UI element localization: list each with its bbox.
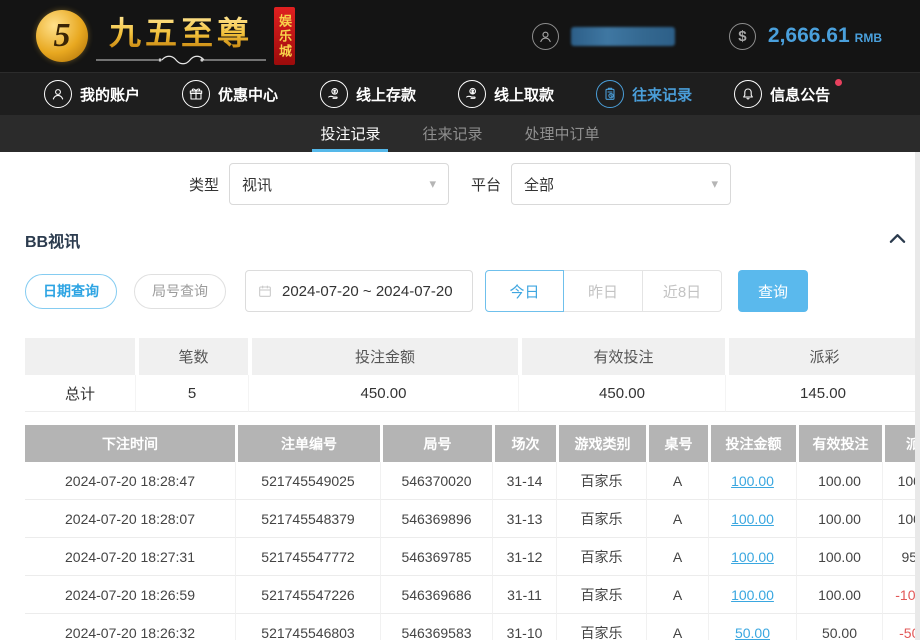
platform-select-value: 全部: [524, 174, 554, 195]
bet-amount-link[interactable]: 50.00: [708, 614, 796, 640]
nav-item-deposit[interactable]: 线上存款: [320, 80, 416, 108]
brand-badge: 娱乐城: [274, 7, 295, 65]
tab-active-underline: [312, 149, 388, 152]
caret-down-icon: ▾: [429, 176, 436, 192]
tab-transactions[interactable]: 往来记录: [418, 115, 486, 152]
nav-item-records[interactable]: 往来记录: [596, 80, 692, 108]
summary-total-label: 总计: [25, 375, 135, 412]
main-nav: 我的账户 优惠中心 线上存款 线上取款 往来记录: [0, 72, 920, 115]
wallet-balance[interactable]: 2,666.61 RMB: [768, 24, 882, 48]
table-row: 2024-07-20 18:26:32 521745546803 5463695…: [25, 614, 920, 640]
summary-header-count: 笔数: [135, 338, 248, 375]
table-row: 2024-07-20 18:26:59 521745547226 5463696…: [25, 576, 920, 614]
balance-currency: RMB: [855, 31, 882, 45]
date-range-input[interactable]: 2024-07-20 ~ 2024-07-20: [245, 270, 473, 312]
summary-header-payout: 派彩: [725, 338, 920, 375]
section-header: BB视讯: [25, 228, 906, 252]
platform-select[interactable]: 全部 ▾: [511, 163, 731, 205]
type-filter-label: 类型: [189, 174, 219, 195]
nav-item-my-account[interactable]: 我的账户: [44, 80, 140, 108]
withdraw-icon: [458, 80, 486, 108]
sub-tab-bar: 投注记录 往来记录 处理中订单: [0, 115, 920, 152]
nav-item-announcements[interactable]: 信息公告: [734, 80, 830, 108]
summary-header-empty: [25, 338, 135, 375]
quick-today-button[interactable]: 今日: [485, 270, 564, 312]
platform-filter-label: 平台: [471, 174, 501, 195]
col-table-no: 桌号: [646, 425, 708, 462]
table-row: 2024-07-20 18:28:07 521745548379 5463698…: [25, 500, 920, 538]
scrollbar-track[interactable]: [915, 152, 920, 640]
bell-icon: [734, 80, 762, 108]
nav-item-promotions[interactable]: 优惠中心: [182, 80, 278, 108]
page: 5 九五至尊 娱乐城 $ 2,666.61: [0, 0, 920, 640]
quick-8days-button[interactable]: 近8日: [643, 270, 722, 312]
bet-amount-link[interactable]: 100.00: [708, 500, 796, 538]
flourish-ornament-icon: [96, 55, 266, 65]
nav-label: 信息公告: [770, 84, 830, 105]
section-title: BB视讯: [25, 228, 80, 252]
dollar-icon: $: [729, 23, 756, 50]
summary-table: 笔数 投注金额 有效投注 派彩 总计 5 450.00 450.00 145.0…: [25, 338, 920, 412]
type-select[interactable]: 视讯 ▾: [229, 163, 449, 205]
bet-amount-link[interactable]: 100.00: [708, 462, 796, 500]
notification-dot: [835, 79, 842, 86]
tab-label: 往来记录: [422, 123, 482, 144]
records-table: 下注时间 注单编号 局号 场次 游戏类别 桌号 投注金额 有效投注 派彩 202…: [25, 425, 920, 640]
tab-bet-records[interactable]: 投注记录: [316, 115, 384, 152]
tab-pending-orders[interactable]: 处理中订单: [521, 115, 604, 152]
bet-amount-link[interactable]: 100.00: [708, 576, 796, 614]
collapse-chevron-up-icon[interactable]: [889, 231, 906, 249]
tab-label: 处理中订单: [525, 123, 600, 144]
records-header-row: 下注时间 注单编号 局号 场次 游戏类别 桌号 投注金额 有效投注 派彩: [25, 425, 920, 462]
filter-row: 类型 视讯 ▾ 平台 全部 ▾: [0, 152, 920, 205]
col-valid-bet: 有效投注: [796, 425, 882, 462]
summary-header-valid-bet: 有效投注: [518, 338, 725, 375]
username-redacted: [571, 27, 675, 46]
nav-label: 优惠中心: [218, 84, 278, 105]
round-query-button[interactable]: 局号查询: [134, 274, 226, 309]
table-row: 2024-07-20 18:27:31 521745547772 5463697…: [25, 538, 920, 576]
deposit-icon: [320, 80, 348, 108]
query-toolbar: 日期查询 局号查询 2024-07-20 ~ 2024-07-20 今日 昨日 …: [25, 270, 895, 312]
bet-amount-link[interactable]: 100.00: [708, 538, 796, 576]
type-select-value: 视讯: [242, 174, 272, 195]
table-row: 2024-07-20 18:28:47 521745549025 5463700…: [25, 462, 920, 500]
logo-coin-icon: 5: [36, 10, 88, 62]
calendar-icon: [257, 283, 273, 299]
quick-yesterday-button[interactable]: 昨日: [564, 270, 643, 312]
col-bet-time: 下注时间: [25, 425, 235, 462]
gift-icon: [182, 80, 210, 108]
date-query-button[interactable]: 日期查询: [25, 274, 117, 309]
records-icon: [596, 80, 624, 108]
summary-header-row: 笔数 投注金额 有效投注 派彩: [25, 338, 920, 375]
summary-total-count: 5: [135, 375, 248, 412]
col-game-type: 游戏类别: [556, 425, 646, 462]
quick-range-group: 今日 昨日 近8日: [485, 270, 722, 312]
site-logo[interactable]: 5 九五至尊 娱乐城: [36, 7, 295, 65]
summary-total-payout: 145.00: [725, 375, 920, 412]
user-icon: [44, 80, 72, 108]
balance-amount: 2,666.61: [768, 24, 850, 48]
tab-label: 投注记录: [320, 123, 380, 144]
col-round-id: 局号: [380, 425, 492, 462]
nav-label: 我的账户: [80, 84, 140, 105]
nav-label: 往来记录: [632, 84, 692, 105]
caret-down-icon: ▾: [711, 176, 718, 192]
search-button[interactable]: 查询: [738, 270, 808, 312]
nav-label: 线上取款: [494, 84, 554, 105]
summary-total-bet: 450.00: [248, 375, 518, 412]
date-range-value: 2024-07-20 ~ 2024-07-20: [282, 283, 453, 300]
col-bet-amount: 投注金额: [708, 425, 796, 462]
summary-total-valid: 450.00: [518, 375, 725, 412]
nav-label: 线上存款: [356, 84, 416, 105]
summary-total-row: 总计 5 450.00 450.00 145.00: [25, 375, 920, 412]
summary-header-bet-amount: 投注金额: [248, 338, 518, 375]
col-order-id: 注单编号: [235, 425, 380, 462]
brand-name: 九五至尊: [109, 8, 253, 54]
nav-item-withdraw[interactable]: 线上取款: [458, 80, 554, 108]
col-session: 场次: [492, 425, 556, 462]
user-avatar-icon[interactable]: [532, 23, 559, 50]
top-bar: 5 九五至尊 娱乐城 $ 2,666.61: [0, 0, 920, 72]
